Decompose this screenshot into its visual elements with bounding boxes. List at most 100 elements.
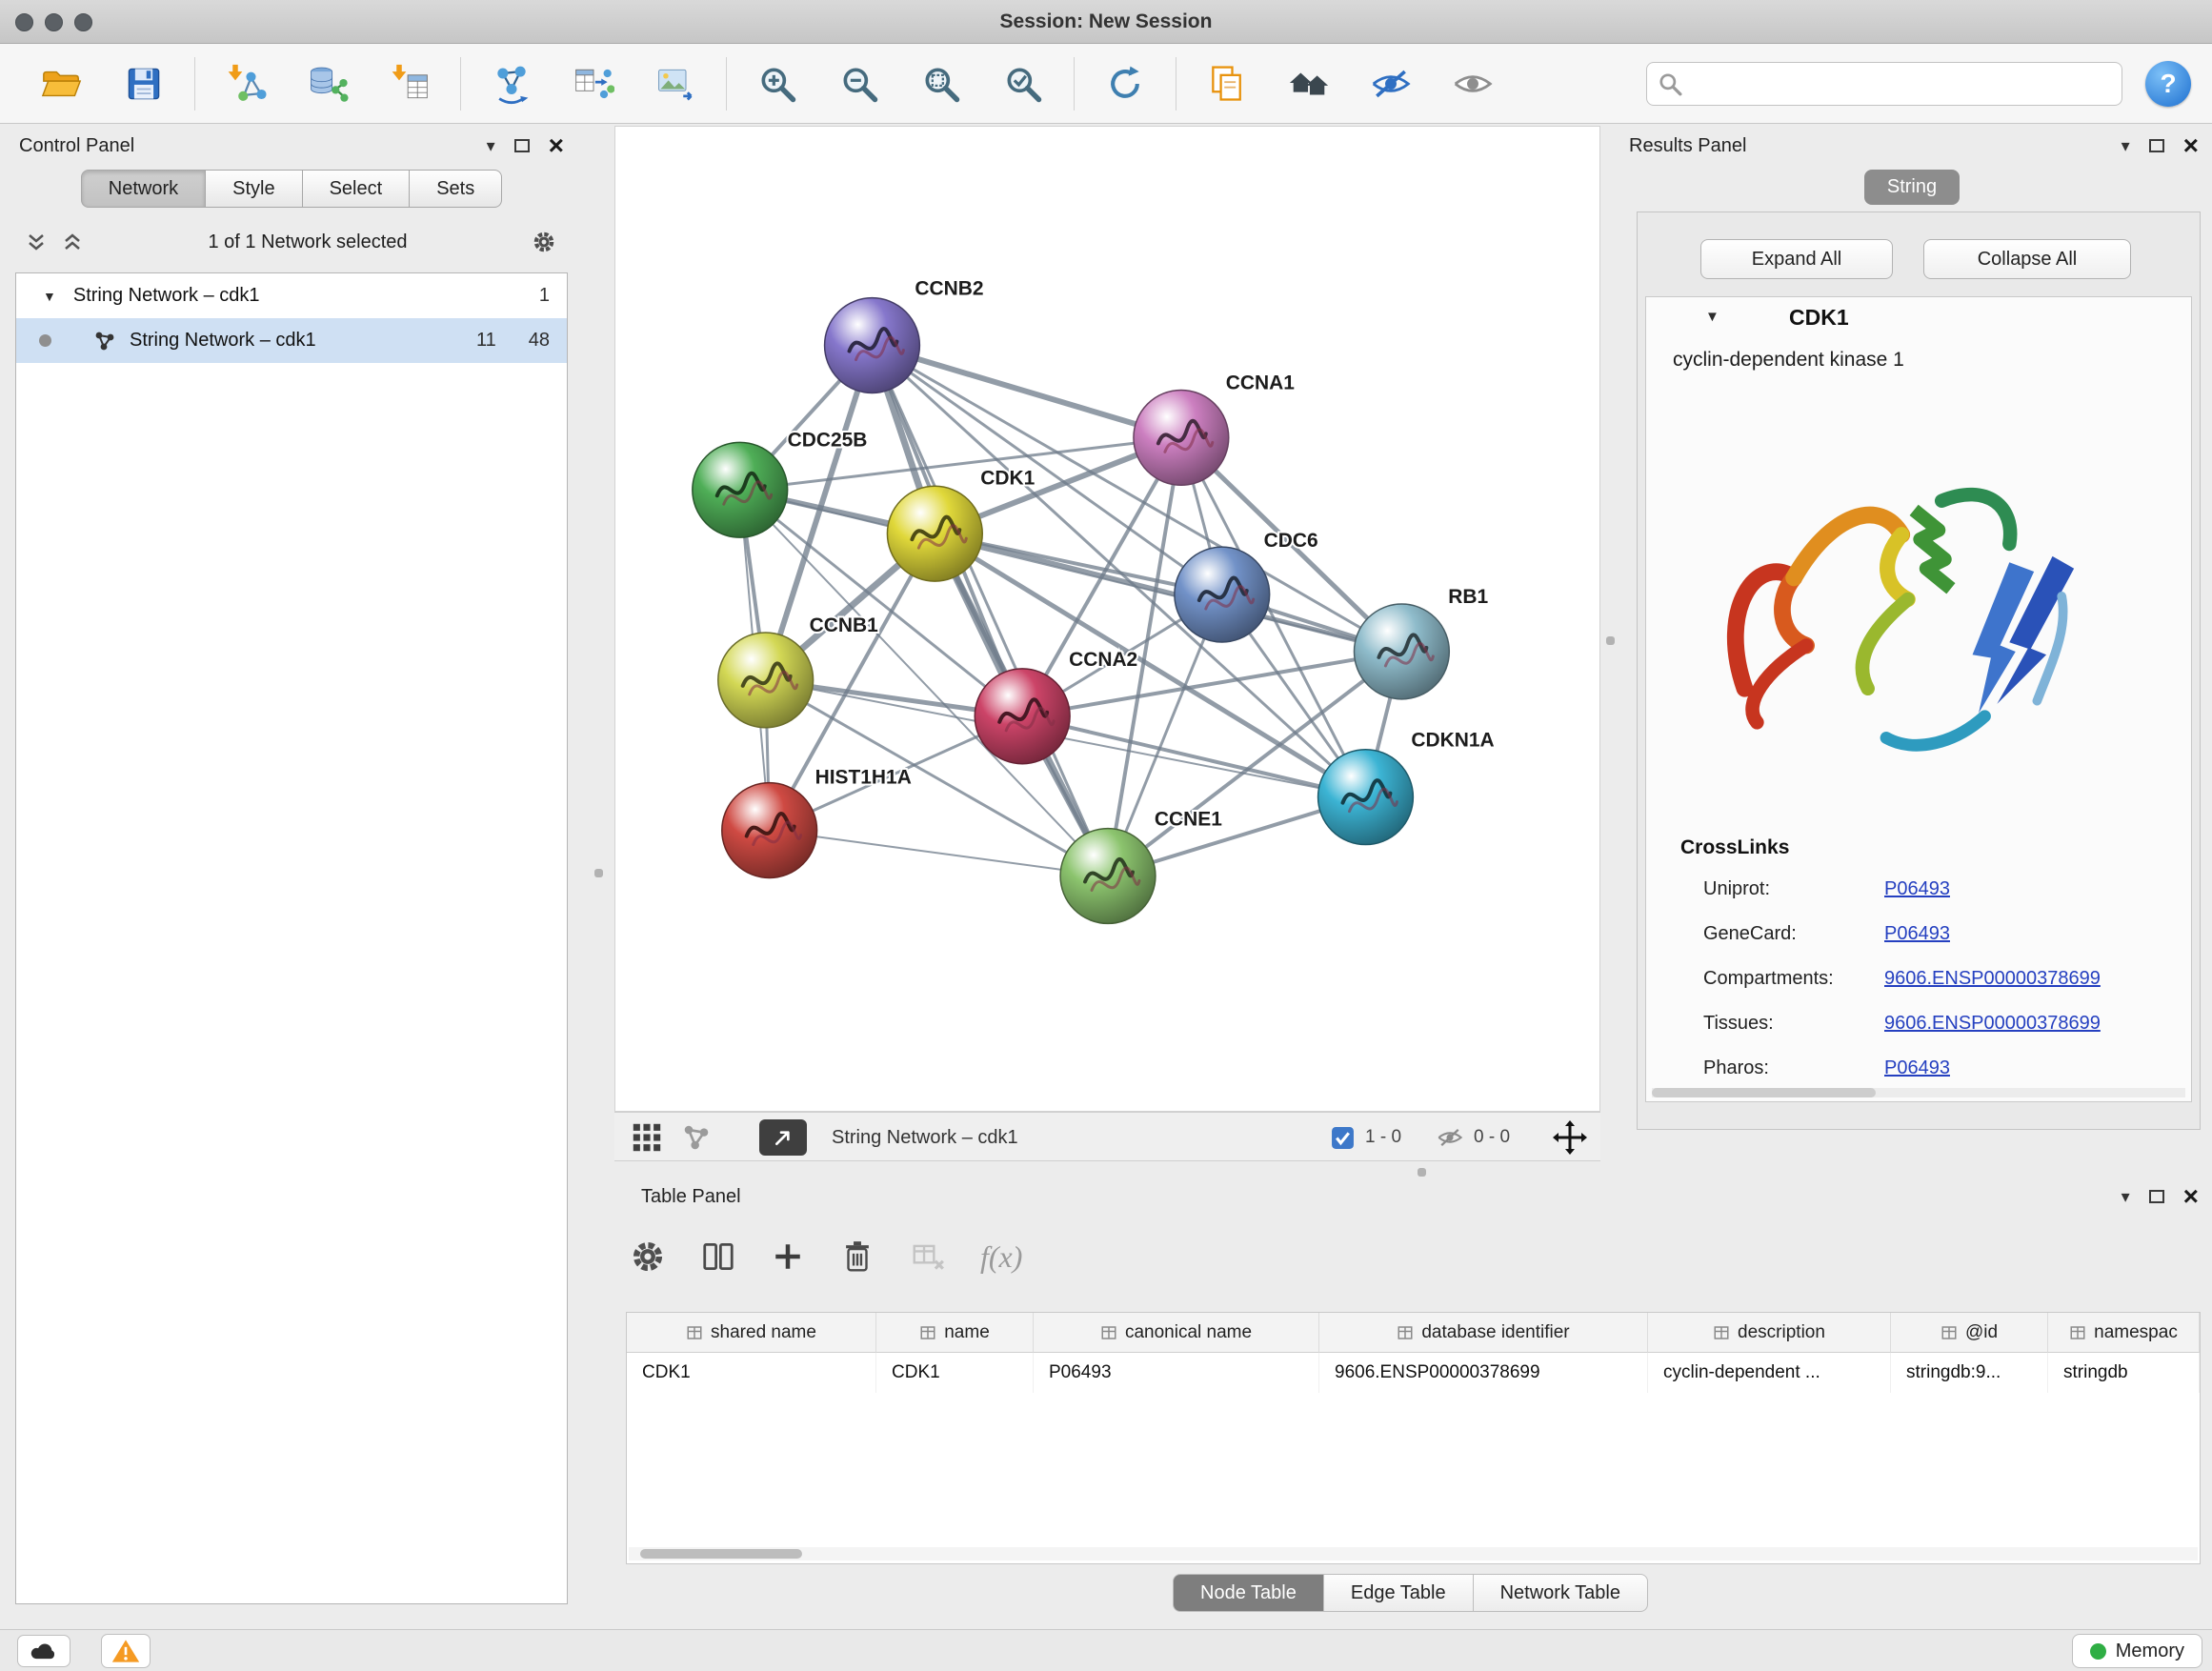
add-column-icon[interactable] (771, 1239, 805, 1274)
function-builder-button[interactable]: f(x) (980, 1239, 1022, 1275)
column-header[interactable]: name (876, 1313, 1034, 1353)
column-header[interactable]: description (1648, 1313, 1891, 1353)
network-collection-row[interactable]: ▼ String Network – cdk1 1 (16, 273, 567, 318)
apply-layout-button[interactable] (1084, 52, 1166, 115)
column-header[interactable]: shared name (627, 1313, 876, 1353)
cell-database-identifier[interactable]: 9606.ENSP00000378699 (1319, 1353, 1648, 1393)
gear-icon[interactable] (532, 230, 556, 254)
column-label: description (1738, 1322, 1825, 1343)
expand-all-networks-icon[interactable] (25, 231, 48, 253)
table-scrollbar[interactable] (629, 1547, 2198, 1560)
cell-canonical-name[interactable]: P06493 (1034, 1353, 1319, 1393)
network-from-table-button[interactable] (553, 52, 634, 115)
main-toolbar: ? (0, 44, 2212, 124)
zoom-selected-button[interactable] (982, 52, 1064, 115)
zoom-in-button[interactable] (736, 52, 818, 115)
search-input[interactable] (1646, 62, 2122, 106)
left-splitter-handle[interactable] (594, 869, 603, 877)
new-network-button[interactable] (471, 52, 553, 115)
birds-eye-button[interactable] (1268, 52, 1350, 115)
collapse-all-button[interactable]: Collapse All (1923, 239, 2131, 279)
memory-button[interactable]: Memory (2072, 1634, 2202, 1668)
network-view-canvas[interactable]: CCNB2CCNA1CDC25BCDK1CDC6RB1CCNB1CCNA2CDK… (614, 126, 1600, 1112)
pan-crosshair-icon[interactable] (1553, 1120, 1587, 1155)
cell-shared-name[interactable]: CDK1 (627, 1353, 876, 1393)
column-header[interactable]: database identifier (1319, 1313, 1648, 1353)
panel-menu-icon[interactable]: ▾ (2122, 1187, 2130, 1207)
right-splitter-handle[interactable] (1606, 636, 1615, 645)
import-network-database-button[interactable] (287, 52, 369, 115)
close-panel-icon[interactable]: × (2183, 136, 2199, 155)
close-panel-icon[interactable]: × (2183, 1187, 2199, 1206)
tab-style[interactable]: Style (206, 170, 302, 208)
float-panel-icon[interactable] (514, 139, 530, 152)
zoom-out-button[interactable] (818, 52, 900, 115)
network-node-label: CCNB2 (915, 278, 983, 300)
save-session-button[interactable] (103, 52, 185, 115)
float-panel-icon[interactable] (2149, 1190, 2164, 1203)
tab-node-table[interactable]: Node Table (1173, 1574, 1324, 1612)
open-session-button[interactable] (21, 52, 103, 115)
collapse-caret-icon[interactable]: ▼ (43, 289, 56, 304)
table-settings-gear-icon[interactable] (630, 1238, 666, 1275)
cell-description[interactable]: cyclin-dependent ... (1648, 1353, 1891, 1393)
warnings-button[interactable] (101, 1634, 151, 1668)
hidden-elements-icon[interactable] (1436, 1124, 1464, 1151)
cell-namespace[interactable]: stringdb (2048, 1353, 2200, 1393)
zoom-out-icon (838, 63, 880, 105)
import-network-file-button[interactable] (205, 52, 287, 115)
network-tree: ▼ String Network – cdk1 1 String Network… (15, 272, 568, 1604)
import-table-file-button[interactable] (369, 52, 451, 115)
network-thumbnail-icon[interactable] (681, 1122, 712, 1153)
show-columns-icon[interactable] (700, 1238, 736, 1275)
panel-menu-icon[interactable]: ▾ (2122, 136, 2130, 156)
string-results-box: Expand All Collapse All ▼ CDK1 cyclin-de… (1637, 211, 2201, 1130)
results-scrollbar[interactable] (1652, 1088, 2185, 1097)
network-edge[interactable] (935, 534, 1401, 652)
network-edge[interactable] (770, 831, 1108, 876)
collapse-section-icon[interactable]: ▼ (1705, 309, 1719, 325)
delete-column-icon[interactable] (839, 1238, 875, 1275)
tab-edge-table[interactable]: Edge Table (1324, 1574, 1474, 1612)
cell-id[interactable]: stringdb:9... (1891, 1353, 2048, 1393)
tab-network[interactable]: Network (81, 170, 206, 208)
tab-select[interactable]: Select (303, 170, 411, 208)
crosslink-link[interactable]: 9606.ENSP00000378699 (1884, 1013, 2101, 1035)
tab-sets[interactable]: Sets (410, 170, 502, 208)
column-edit-icon (919, 1324, 936, 1341)
crosslink-link[interactable]: 9606.ENSP00000378699 (1884, 968, 2101, 990)
copy-style-button[interactable] (1186, 52, 1268, 115)
crosslink-link[interactable]: P06493 (1884, 1057, 1950, 1079)
tab-network-table[interactable]: Network Table (1474, 1574, 1648, 1612)
tab-string[interactable]: String (1864, 170, 1960, 205)
grid-view-icon[interactable] (632, 1122, 662, 1153)
table-row[interactable]: CDK1 CDK1 P06493 9606.ENSP00000378699 cy… (627, 1353, 2200, 1393)
cloud-status-button[interactable] (17, 1635, 70, 1667)
cell-name[interactable]: CDK1 (876, 1353, 1034, 1393)
export-image-button[interactable] (634, 52, 716, 115)
zoom-fit-button[interactable] (900, 52, 982, 115)
horizontal-splitter-handle[interactable] (1418, 1168, 1426, 1177)
crosslink-link[interactable]: P06493 (1884, 878, 1950, 900)
collapse-all-networks-icon[interactable] (61, 231, 84, 253)
hide-graphics-details-button[interactable] (1350, 52, 1432, 115)
column-header[interactable]: @id (1891, 1313, 2048, 1353)
column-header[interactable]: namespac (2048, 1313, 2200, 1353)
close-panel-icon[interactable]: × (549, 136, 564, 155)
memory-label: Memory (2116, 1641, 2184, 1662)
show-graphics-details-button[interactable] (1432, 52, 1514, 115)
network-graph[interactable]: CCNB2CCNA1CDC25BCDK1CDC6RB1CCNB1CCNA2CDK… (615, 127, 1599, 1111)
crosslink-link[interactable]: P06493 (1884, 923, 1950, 945)
network-edge[interactable] (872, 346, 1180, 438)
column-header[interactable]: canonical name (1034, 1313, 1319, 1353)
panel-menu-icon[interactable]: ▾ (487, 136, 495, 156)
network-from-table-icon (573, 63, 614, 105)
help-button[interactable]: ? (2145, 61, 2191, 107)
selected-nodes-icon[interactable] (1331, 1126, 1355, 1150)
network-row-selected[interactable]: String Network – cdk1 11 48 (16, 318, 567, 363)
open-in-new-window-button[interactable] (759, 1119, 807, 1156)
network-edge[interactable] (1022, 716, 1365, 797)
expand-all-button[interactable]: Expand All (1700, 239, 1893, 279)
float-panel-icon[interactable] (2149, 139, 2164, 152)
network-edge[interactable] (872, 346, 1108, 876)
